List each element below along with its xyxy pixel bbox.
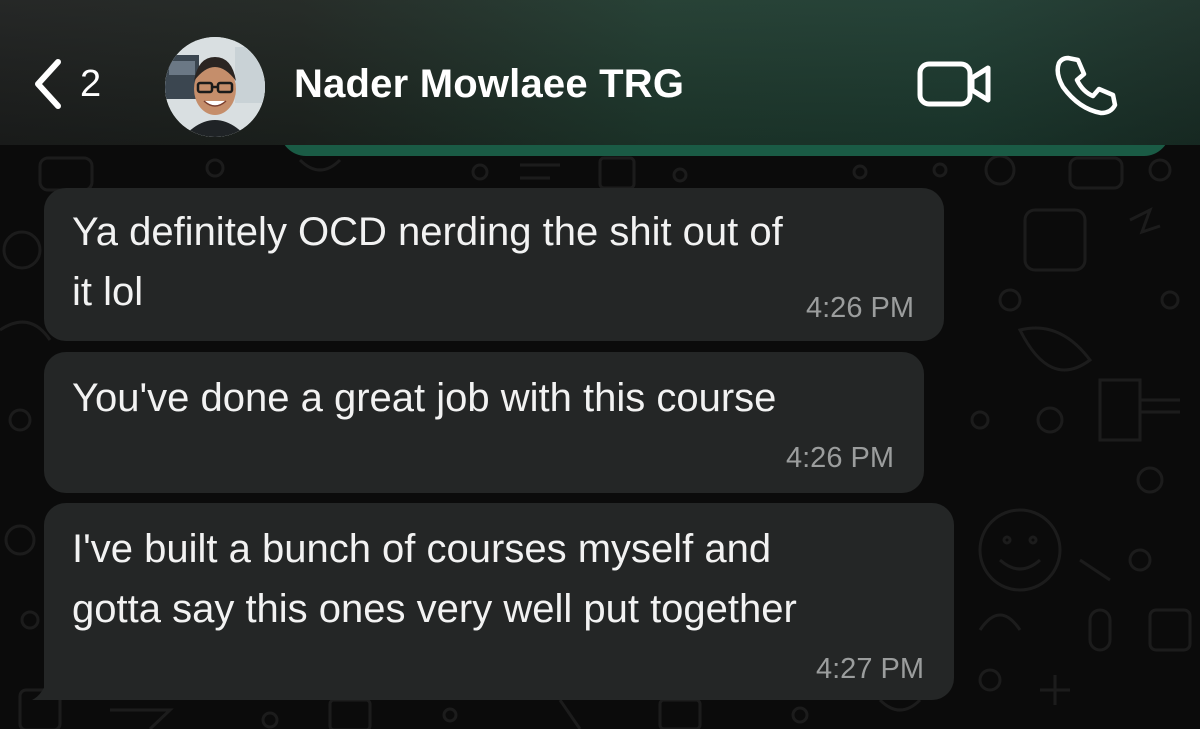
message-time: 4:26 PM xyxy=(806,292,914,324)
chat-screen: 2 Nader Mowlaee TRG Ya definitely OCD ne… xyxy=(0,0,1200,729)
bubble-tail xyxy=(32,676,56,700)
message-text: I've built a bunch of courses myself and… xyxy=(72,527,797,631)
phone-icon xyxy=(1055,55,1118,116)
contact-name[interactable]: Nader Mowlaee TRG xyxy=(294,62,684,107)
message-bubble[interactable]: Ya definitely OCD nerding the shit out o… xyxy=(44,188,944,341)
video-camera-icon xyxy=(917,61,991,107)
message-bubble[interactable]: I've built a bunch of courses myself and… xyxy=(44,503,954,700)
message-time: 4:26 PM xyxy=(786,442,894,474)
voice-call-button[interactable] xyxy=(1054,52,1118,116)
chevron-left-icon xyxy=(35,59,61,109)
avatar[interactable] xyxy=(165,37,265,137)
video-call-button[interactable] xyxy=(916,58,994,110)
chat-header: 2 Nader Mowlaee TRG xyxy=(0,0,1200,145)
unread-count: 2 xyxy=(80,62,102,105)
avatar-image xyxy=(165,37,265,137)
message-text: You've done a great job with this course xyxy=(72,376,777,420)
message-bubble[interactable]: You've done a great job with this course… xyxy=(44,352,924,493)
message-text: Ya definitely OCD nerding the shit out o… xyxy=(72,210,783,314)
back-button[interactable]: 2 xyxy=(28,52,102,116)
message-time: 4:27 PM xyxy=(816,653,924,685)
